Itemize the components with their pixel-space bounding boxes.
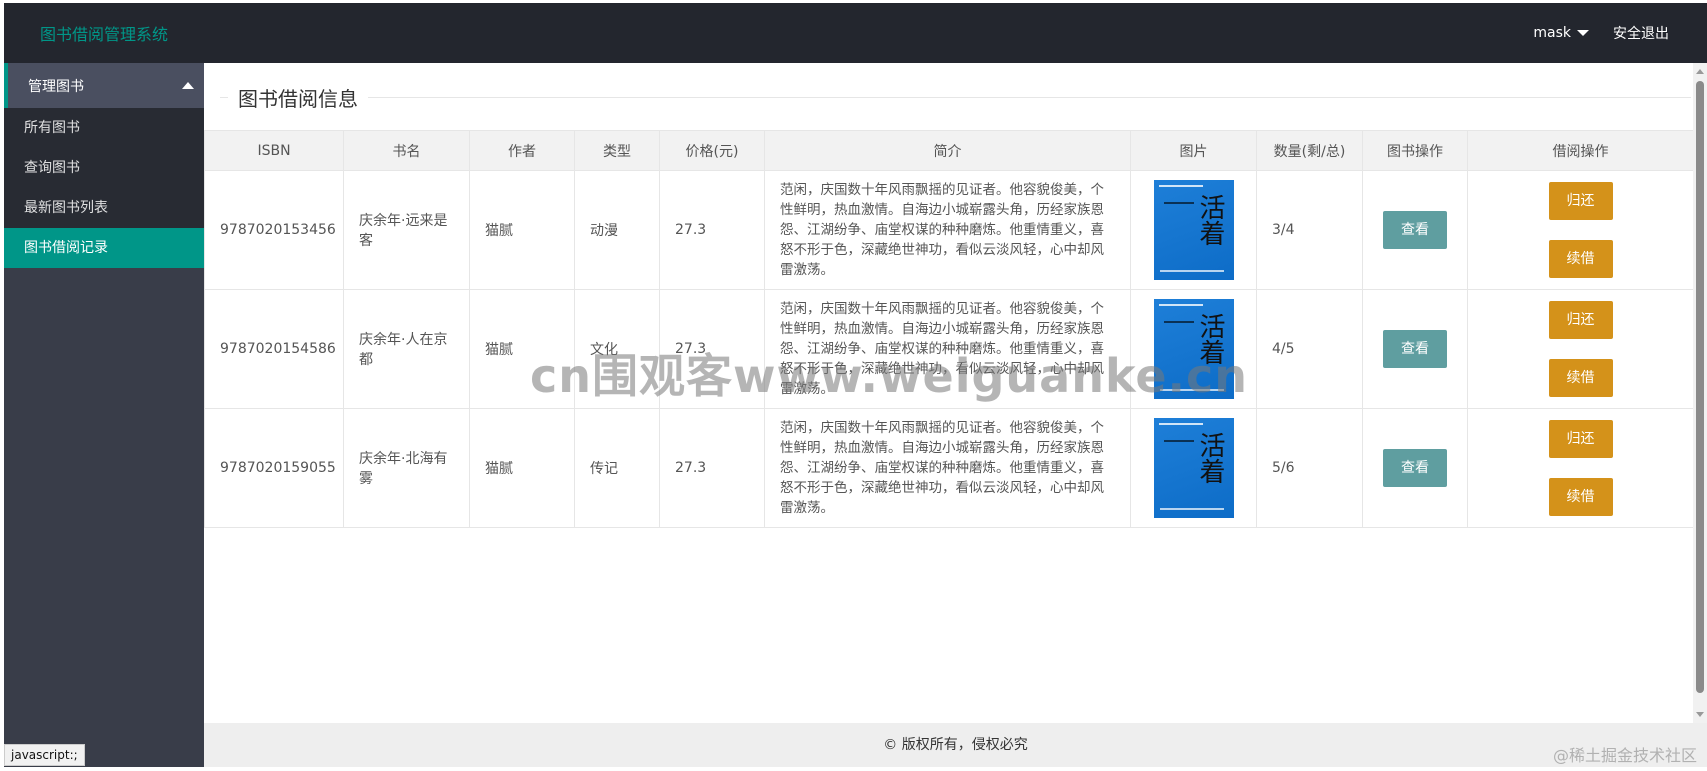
renew-button[interactable]: 续借 <box>1548 359 1613 397</box>
cover-title: 活着 <box>1199 432 1226 488</box>
user-menu[interactable]: mask <box>1533 25 1589 41</box>
col-image: 图片 <box>1130 130 1257 171</box>
top-header: 图书借阅管理系统 mask 安全退出 <box>4 3 1707 63</box>
cell-isbn: 9787020153456 <box>204 170 344 290</box>
cell-image: 活着 <box>1130 408 1257 528</box>
legend-divider <box>220 97 1691 98</box>
sidebar-item-latest-books[interactable]: 最新图书列表 <box>4 188 204 228</box>
col-isbn: ISBN <box>204 130 344 171</box>
cell-isbn: 9787020154586 <box>204 289 344 409</box>
header-right: mask 安全退出 <box>1533 3 1707 63</box>
cell-price: 27.3 <box>659 408 765 528</box>
renew-button[interactable]: 续借 <box>1548 478 1613 516</box>
sidebar-group-label: 管理图书 <box>28 78 84 95</box>
watermark-corner: @稀土掘金技术社区 <box>1552 746 1697 765</box>
cell-book-ops: 查看 <box>1362 289 1468 409</box>
cell-borrow-ops: 归还 续借 <box>1467 170 1694 290</box>
page-frame: 图书借阅管理系统 mask 安全退出 管理图书 所有图书 查询图书 最新图书列表… <box>0 0 1707 771</box>
view-button[interactable]: 查看 <box>1383 211 1447 249</box>
browser-status-bar: javascript:; <box>4 744 85 766</box>
page-title: 图书借阅信息 <box>228 83 368 112</box>
logout-link[interactable]: 安全退出 <box>1613 23 1669 43</box>
cell-name: 庆余年·北海有雾 <box>343 408 470 528</box>
col-price: 价格(元) <box>659 130 765 171</box>
caret-up-icon <box>182 82 194 89</box>
username: mask <box>1533 25 1571 41</box>
cell-author: 猫腻 <box>469 170 575 290</box>
col-type: 类型 <box>574 130 660 171</box>
cell-isbn: 9787020159055 <box>204 408 344 528</box>
col-borrow-ops: 借阅操作 <box>1467 130 1694 171</box>
cell-qty: 4/5 <box>1256 289 1363 409</box>
sidebar-item-all-books[interactable]: 所有图书 <box>4 108 204 148</box>
cell-desc: 范闲，庆国数十年风雨飘摇的见证者。他容貌俊美，个性鲜明，热血激情。自海边小城崭露… <box>764 170 1131 290</box>
sidebar: 管理图书 所有图书 查询图书 最新图书列表 图书借阅记录 <box>4 63 204 723</box>
col-book-ops: 图书操作 <box>1362 130 1468 171</box>
col-name: 书名 <box>343 130 470 171</box>
cell-borrow-ops: 归还 续借 <box>1467 408 1694 528</box>
scroll-up-icon[interactable] <box>1696 69 1704 74</box>
book-cover-image: 活着 <box>1153 418 1234 518</box>
borrow-table: ISBN 书名 作者 类型 价格(元) 简介 图片 数量(剩/总) 图书操作 借… <box>204 130 1694 528</box>
col-author: 作者 <box>469 130 575 171</box>
cell-desc: 范闲，庆国数十年风雨飘摇的见证者。他容貌俊美，个性鲜明，热血激情。自海边小城崭露… <box>764 408 1131 528</box>
cell-qty: 5/6 <box>1256 408 1363 528</box>
scroll-thumb[interactable] <box>1696 81 1704 693</box>
table-row: 9787020153456 庆余年·远来是客 猫腻 动漫 27.3 范闲，庆国数… <box>204 170 1694 290</box>
footer: © 版权所有，侵权必究 <box>204 723 1707 767</box>
cell-name: 庆余年·远来是客 <box>343 170 470 290</box>
sidebar-item-borrow-records[interactable]: 图书借阅记录 <box>4 228 204 268</box>
cell-book-ops: 查看 <box>1362 408 1468 528</box>
cover-title: 活着 <box>1199 194 1226 250</box>
cell-image: 活着 <box>1130 170 1257 290</box>
cell-name: 庆余年·人在京都 <box>343 289 470 409</box>
sidebar-item-search-books[interactable]: 查询图书 <box>4 148 204 188</box>
watermark-center: cn围观客www.weiguanke.cn <box>530 349 1249 403</box>
app-logo[interactable]: 图书借阅管理系统 <box>40 21 168 45</box>
cell-book-ops: 查看 <box>1362 170 1468 290</box>
cell-type: 传记 <box>574 408 660 528</box>
cell-price: 27.3 <box>659 170 765 290</box>
col-qty: 数量(剩/总) <box>1256 130 1363 171</box>
caret-down-icon <box>1577 30 1589 36</box>
sidebar-submenu: 所有图书 查询图书 最新图书列表 图书借阅记录 <box>4 108 204 268</box>
return-button[interactable]: 归还 <box>1548 301 1613 339</box>
scroll-down-icon[interactable] <box>1696 712 1704 717</box>
table-header-row: ISBN 书名 作者 类型 价格(元) 简介 图片 数量(剩/总) 图书操作 借… <box>204 130 1694 171</box>
table-row: 9787020159055 庆余年·北海有雾 猫腻 传记 27.3 范闲，庆国数… <box>204 408 1694 528</box>
return-button[interactable]: 归还 <box>1548 182 1613 220</box>
cell-author: 猫腻 <box>469 408 575 528</box>
col-desc: 简介 <box>764 130 1131 171</box>
cell-borrow-ops: 归还 续借 <box>1467 289 1694 409</box>
vertical-scrollbar[interactable] <box>1693 63 1707 723</box>
cell-qty: 3/4 <box>1256 170 1363 290</box>
book-cover-image: 活着 <box>1153 180 1234 280</box>
view-button[interactable]: 查看 <box>1383 330 1447 368</box>
return-button[interactable]: 归还 <box>1548 420 1613 458</box>
renew-button[interactable]: 续借 <box>1548 240 1613 278</box>
view-button[interactable]: 查看 <box>1383 449 1447 487</box>
sidebar-group-manage-books[interactable]: 管理图书 <box>4 63 204 108</box>
cell-type: 动漫 <box>574 170 660 290</box>
